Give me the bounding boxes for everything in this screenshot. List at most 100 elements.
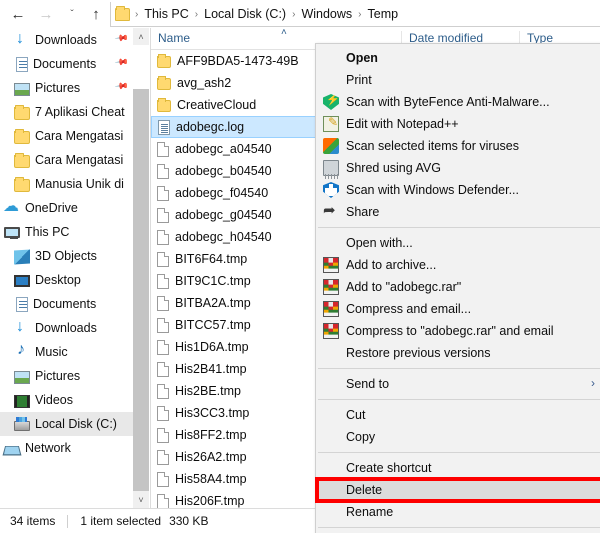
context-menu-item-compress-and-email[interactable]: Compress and email... — [316, 298, 600, 320]
folder-icon — [157, 98, 171, 112]
context-menu-item-send-to[interactable]: Send to › — [316, 373, 600, 395]
file-name: AFF9BDA5-1473-49B — [177, 54, 299, 68]
column-header-name[interactable]: Name — [151, 31, 293, 47]
context-menu-item-label: Open — [346, 51, 378, 65]
file-icon — [157, 273, 169, 289]
breadcrumb-item-this-pc[interactable]: This PC — [141, 7, 191, 21]
context-menu-item-restore-previous-versions[interactable]: Restore previous versions — [316, 342, 600, 364]
sidebar-item-label: Pictures — [35, 369, 81, 383]
sidebar-item-downloads[interactable]: Downloads 📌 — [0, 28, 133, 52]
sidebar-item-desktop[interactable]: Desktop — [0, 268, 133, 292]
file-icon — [157, 405, 169, 421]
file-name: His2B41.tmp — [175, 362, 247, 376]
document-icon — [16, 296, 28, 312]
back-button[interactable]: ← — [6, 2, 30, 26]
scrollbar-thumb[interactable] — [133, 45, 149, 89]
context-menu-item-label: Compress to "adobegc.rar" and email — [346, 324, 554, 338]
file-name: BIT9C1C.tmp — [175, 274, 251, 288]
pin-icon[interactable]: 📌 — [114, 79, 129, 95]
sidebar-item-manusia-unik-di[interactable]: Manusia Unik di — [0, 172, 133, 196]
music-icon — [14, 341, 30, 360]
picture-icon — [14, 82, 30, 96]
file-icon — [157, 229, 169, 245]
recent-locations-button[interactable]: ˇ — [60, 2, 84, 26]
sidebar-item-pictures[interactable]: Pictures 📌 — [0, 76, 133, 100]
scroll-down-icon[interactable]: ˅ — [133, 491, 149, 508]
context-menu-item-label: Create shortcut — [346, 461, 432, 475]
sidebar-item-documents[interactable]: Documents — [0, 292, 133, 316]
video-icon — [14, 394, 30, 408]
sidebar-item-label: Local Disk (C:) — [35, 417, 117, 431]
sidebar-item-network[interactable]: Network — [0, 436, 133, 460]
context-menu-item-edit-with-notepad[interactable]: Edit with Notepad++ — [316, 113, 600, 135]
file-icon — [157, 449, 169, 465]
context-menu-item-shred-using-avg[interactable]: Shred using AVG — [316, 157, 600, 179]
context-menu-item-label: Shred using AVG — [346, 161, 441, 175]
context-menu-item-create-shortcut[interactable]: Create shortcut — [316, 457, 600, 479]
context-menu-item-scan-with-windows-defender[interactable]: Scan with Windows Defender... — [316, 179, 600, 201]
chevron-right-icon: › — [591, 376, 595, 390]
download-icon — [14, 318, 30, 336]
scroll-up-icon[interactable]: ˄ — [133, 28, 149, 45]
context-menu-item-add-to-adobegc-rar[interactable]: Add to "adobegc.rar" — [316, 276, 600, 298]
context-menu-item-print[interactable]: Print — [316, 69, 600, 91]
picture-icon — [14, 370, 30, 384]
context-menu-item-delete[interactable]: Delete — [316, 479, 600, 501]
sidebar-item-label: Manusia Unik di — [35, 177, 124, 191]
file-explorer-window: ← → ˇ ↑ › This PC › Local Disk (C:) › Wi… — [0, 0, 600, 533]
network-icon — [2, 445, 22, 455]
sort-ascending-icon: ˄ — [281, 27, 287, 38]
breadcrumb-item-windows[interactable]: Windows — [298, 7, 355, 21]
scrollbar-track[interactable] — [133, 89, 149, 491]
sidebar-item-downloads[interactable]: Downloads — [0, 316, 133, 340]
sidebar-item-pictures[interactable]: Pictures — [0, 364, 133, 388]
sidebar-item-cara-mengatasi[interactable]: Cara Mengatasi — [0, 124, 133, 148]
pin-icon[interactable]: 📌 — [114, 31, 129, 47]
sidebar-item-onedrive[interactable]: OneDrive — [0, 196, 133, 220]
up-button[interactable]: ↑ — [84, 2, 108, 26]
breadcrumb-item-temp[interactable]: Temp — [365, 7, 402, 21]
address-bar[interactable]: › This PC › Local Disk (C:) › Windows › … — [110, 2, 600, 27]
context-menu-item-scan-selected-items-for-viruses[interactable]: Scan selected items for viruses — [316, 135, 600, 157]
computer-icon — [4, 227, 20, 239]
sidebar-item-documents[interactable]: Documents 📌 — [0, 52, 133, 76]
sidebar-item-local-disk-c[interactable]: Local Disk (C:) — [0, 412, 133, 436]
sidebar-item-3d-objects[interactable]: 3D Objects — [0, 244, 133, 268]
context-menu-item-rename[interactable]: Rename — [316, 501, 600, 523]
context-menu-item-scan-with-bytefence-anti-malware[interactable]: Scan with ByteFence Anti-Malware... — [316, 91, 600, 113]
context-menu-item-open-with[interactable]: Open with... — [316, 232, 600, 254]
status-item-count: 34 items — [10, 514, 56, 528]
arrow-up-icon: ↑ — [92, 5, 100, 23]
context-menu-item-share[interactable]: Share — [316, 201, 600, 223]
chevron-down-icon: ˇ — [70, 8, 74, 20]
sidebar-item-music[interactable]: Music — [0, 340, 133, 364]
context-menu-item-label: Delete — [346, 483, 383, 497]
breadcrumb-item-local-disk[interactable]: Local Disk (C:) — [201, 7, 289, 21]
pin-icon[interactable]: 📌 — [114, 55, 129, 71]
forward-button[interactable]: → — [34, 2, 58, 26]
winrar-icon — [323, 257, 339, 273]
sidebar-item-cara-mengatasi[interactable]: Cara Mengatasi — [0, 148, 133, 172]
context-menu-item-label: Share — [346, 205, 380, 219]
file-name: adobegc_f04540 — [175, 186, 269, 200]
context-menu-item-label: Restore previous versions — [346, 346, 491, 360]
sidebar-item-this-pc[interactable]: This PC — [0, 220, 133, 244]
folder-icon — [14, 104, 30, 120]
context-menu-item-cut[interactable]: Cut — [316, 404, 600, 426]
sidebar-item-label: OneDrive — [25, 201, 78, 215]
context-menu-item-open[interactable]: Open — [316, 47, 600, 69]
onedrive-icon — [3, 196, 20, 216]
sidebar-item-label: Videos — [35, 393, 73, 407]
menu-separator — [318, 452, 600, 453]
file-icon — [157, 163, 169, 179]
sidebar-scrollbar[interactable]: ˄ ˅ — [133, 28, 149, 508]
navigation-pane: Downloads 📌 Documents 📌 Pictures 📌 7 Aplikasi … — [0, 28, 133, 508]
context-menu-item-label: Scan selected items for viruses — [346, 139, 519, 153]
context-menu-item-compress-to-adobegc-rar-and-email[interactable]: Compress to "adobegc.rar" and email — [316, 320, 600, 342]
sidebar-item-videos[interactable]: Videos — [0, 388, 133, 412]
sidebar-item-label: Downloads — [35, 33, 97, 47]
context-menu-item-copy[interactable]: Copy — [316, 426, 600, 448]
sidebar-item-7-aplikasi-cheat[interactable]: 7 Aplikasi Cheat — [0, 100, 133, 124]
context-menu-item-add-to-archive[interactable]: Add to archive... — [316, 254, 600, 276]
winrar-icon — [323, 279, 339, 295]
